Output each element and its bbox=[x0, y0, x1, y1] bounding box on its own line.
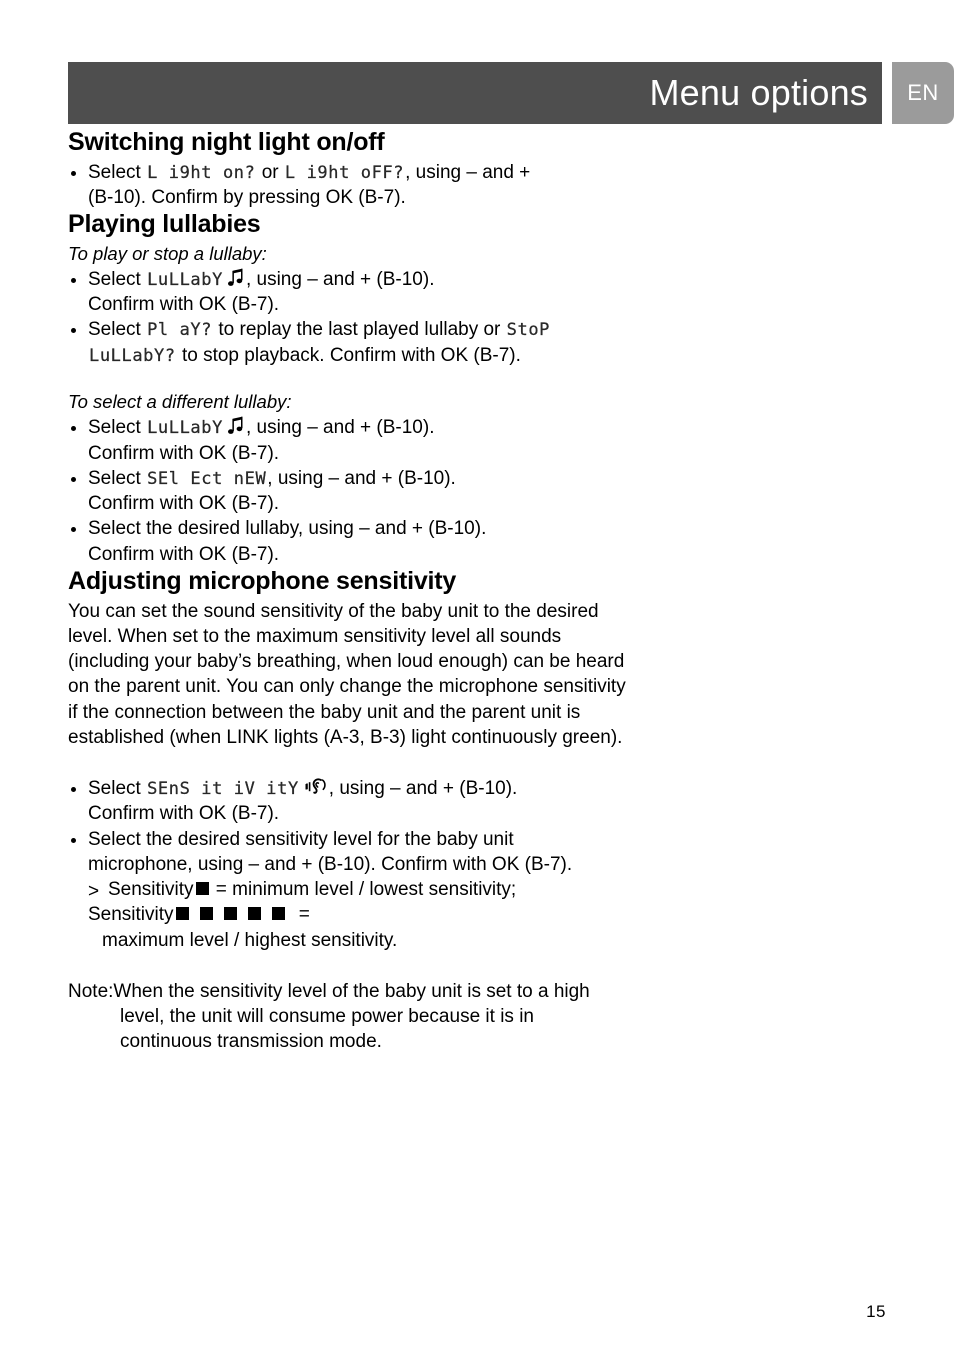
note-line1: When the sensitivity level of the baby u… bbox=[113, 980, 590, 1002]
bullet-dot-icon bbox=[71, 476, 76, 482]
bullet-text-line2: LuLLabY? to stop playback. Confirm with … bbox=[88, 343, 868, 368]
arrow-marker: > bbox=[88, 881, 100, 903]
sensitivity-square bbox=[247, 907, 261, 921]
language-tab-label: EN bbox=[907, 80, 939, 105]
sensitivity-max-label: Sensitivity bbox=[88, 904, 174, 926]
bullet-text-pre: Select bbox=[88, 319, 147, 341]
note-line3: continuous transmission mode. bbox=[120, 1031, 382, 1053]
sensitivity-square bbox=[223, 907, 237, 921]
sensitivity-square bbox=[271, 907, 285, 921]
bullet-text-post: , using – and + (B-10). bbox=[328, 778, 518, 800]
ear-sound-icon bbox=[305, 777, 327, 797]
sensitivity-max-text: = bbox=[293, 904, 310, 926]
sensitivity-square bbox=[195, 882, 209, 896]
bullet-text-pre: Select bbox=[88, 778, 147, 800]
lcd-text-stop: StoP bbox=[506, 319, 551, 343]
list-item: Select SEnS it iV itY , using – and + (B-… bbox=[68, 776, 868, 827]
bullet-text-pre: Select bbox=[88, 161, 147, 183]
list-item: Select the desired lullaby, using – and … bbox=[68, 516, 868, 567]
bullet-text-post: , using – and + bbox=[405, 161, 531, 183]
section-title-mic-sensitivity: Adjusting microphone sensitivity bbox=[68, 567, 457, 595]
bullet-text-pre: Select bbox=[88, 417, 147, 439]
bullet-dot-icon bbox=[71, 328, 76, 334]
sensitivity-square bbox=[199, 907, 213, 921]
bullet-text-line2: (B-10). Confirm by pressing OK (B-7). bbox=[88, 186, 406, 208]
bullet-dot-icon bbox=[71, 527, 76, 533]
bullet-list-night-light: Select L i9ht on? or L i9ht oFF?, using … bbox=[68, 160, 868, 211]
list-item: Select LuLLabY , using – and + (B-10). Co… bbox=[68, 415, 868, 466]
bullet-text-post: , using – and + (B-10). bbox=[245, 268, 435, 290]
sensitivity-levels: > Sensitivity = minimum level / lowest se… bbox=[88, 879, 868, 953]
bullet-dot-icon bbox=[71, 837, 76, 843]
list-item: Select Pl aY? to replay the last played … bbox=[68, 317, 868, 368]
lcd-text-play: Pl aY? bbox=[147, 319, 213, 343]
bullet-text-pre: Select the desired sensitivity level for… bbox=[88, 828, 514, 850]
bullet-list-play-stop: Select LuLLabY , using – and + (B-10). Co… bbox=[68, 267, 868, 368]
list-item: Select the desired sensitivity level for… bbox=[68, 827, 868, 953]
list-item: Select L i9ht on? or L i9ht oFF?, using … bbox=[68, 160, 868, 211]
bullet-text-line2: Confirm with OK (B-7). bbox=[88, 442, 280, 464]
bullet-text-pre: Select bbox=[88, 268, 147, 290]
section-title-lullabies: Playing lullabies bbox=[68, 210, 261, 239]
note-line2: level, the unit will consume power becau… bbox=[120, 1006, 534, 1028]
header-bar: Menu options bbox=[68, 62, 882, 124]
bullet-dot-icon bbox=[71, 170, 76, 176]
bullet-text-pre: Select the desired lullaby, using – and … bbox=[88, 518, 487, 540]
bullet-text-pre: Select bbox=[88, 467, 147, 489]
lcd-text-select-new: SEl Ect nEW bbox=[147, 467, 267, 491]
lcd-text-stop-lullaby: LuLLabY? bbox=[89, 344, 176, 368]
note-block: Note:When the sensitivity level of the b… bbox=[68, 979, 868, 1055]
sensitivity-square bbox=[175, 907, 189, 921]
music-note-icon bbox=[227, 268, 245, 287]
music-note-icon bbox=[227, 416, 245, 435]
lcd-text-lullaby: LuLLabY bbox=[147, 417, 223, 441]
bullet-list-select-different: Select LuLLabY , using – and + (B-10). Co… bbox=[68, 415, 868, 567]
bullet-text-line2: Confirm with OK (B-7). bbox=[88, 294, 280, 316]
bullet-dot-icon bbox=[71, 426, 76, 432]
sensitivity-min-label: Sensitivity bbox=[108, 879, 194, 901]
page-content: Switching night light on/off Select L i9… bbox=[68, 128, 868, 1055]
subtitle-play-stop: To play or stop a lullaby: bbox=[68, 242, 267, 264]
bullet-text-mid: or bbox=[256, 161, 284, 183]
page-header: Menu options EN bbox=[0, 62, 954, 124]
bullet-text-line2: Confirm with OK (B-7). bbox=[88, 543, 280, 565]
lcd-text-light-off: L i9ht oFF? bbox=[284, 161, 405, 185]
bullet-text-mid: to replay the last played lullaby or bbox=[213, 319, 506, 341]
page-number: 15 bbox=[866, 1302, 886, 1321]
list-item: Select LuLLabY , using – and + (B-10). Co… bbox=[68, 267, 868, 318]
paragraph-mic-sensitivity: You can set the sound sensitivity of the… bbox=[68, 600, 626, 748]
bullet-text-line2: microphone, using – and + (B-10). Confir… bbox=[88, 853, 573, 875]
sensitivity-max-row: Sensitivity = bbox=[88, 902, 868, 927]
bullet-text-post: , using – and + (B-10). bbox=[267, 467, 456, 489]
bullet-dot-icon bbox=[71, 277, 76, 283]
sensitivity-max-text-2: maximum level / highest sensitivity. bbox=[102, 929, 398, 951]
lcd-text-sensitivity: SEnS it iV itY bbox=[147, 778, 299, 801]
sensitivity-min-text: = minimum level / lowest sensitivity; bbox=[210, 879, 517, 901]
lcd-text-lullaby: LuLLabY bbox=[147, 268, 223, 292]
bullet-text-line2: Confirm with OK (B-7). bbox=[88, 493, 280, 515]
bullet-dot-icon bbox=[71, 787, 76, 793]
language-tab[interactable]: EN bbox=[892, 62, 954, 124]
section-title-night-light: Switching night light on/off bbox=[68, 128, 385, 156]
bullet-text-line2: Confirm with OK (B-7). bbox=[88, 803, 280, 825]
note-label: Note: bbox=[68, 980, 114, 1002]
bullet-list-mic-sensitivity: Select SEnS it iV itY , using – and + (B-… bbox=[68, 776, 868, 953]
bullet-text-post: to stop playback. Confirm with OK (B-7). bbox=[176, 344, 521, 366]
bullet-text-post: , using – and + (B-10). bbox=[245, 417, 435, 439]
list-item: Select SEl Ect nEW, using – and + (B-10)… bbox=[68, 466, 868, 517]
page-title: Menu options bbox=[649, 72, 868, 113]
lcd-text-light-on: L i9ht on? bbox=[147, 161, 256, 185]
subtitle-select-different: To select a different lullaby: bbox=[68, 391, 292, 412]
